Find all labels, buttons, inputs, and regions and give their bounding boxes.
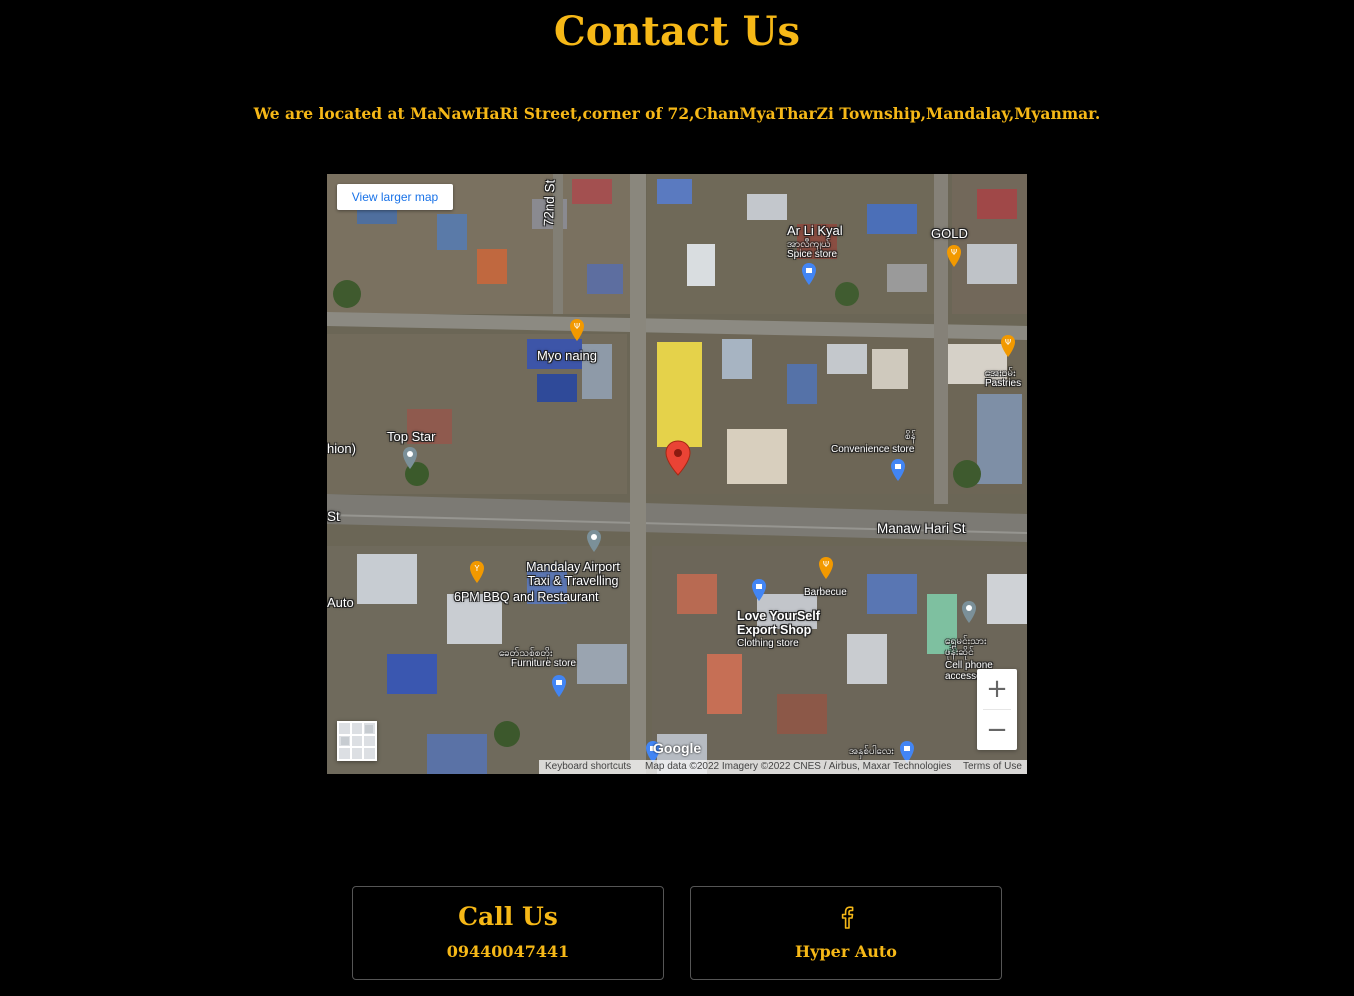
poi-label-bottom-mm: အနှစ်ပါလေး — [849, 746, 894, 757]
restaurant-pin-icon[interactable]: Ψ — [569, 318, 585, 342]
phone-number[interactable]: 09440047441 — [353, 941, 663, 963]
place-pin-icon[interactable] — [961, 600, 977, 624]
poi-label-spice-store: Spice store — [787, 249, 838, 260]
svg-text:Ψ: Ψ — [1005, 338, 1011, 347]
zoom-controls: + − — [977, 669, 1017, 750]
call-us-heading: Call Us — [458, 902, 558, 931]
terms-of-use-link[interactable]: Terms of Use — [957, 760, 1027, 774]
poi-label-fashion-fragment: hion) — [327, 441, 356, 456]
poi-label-pastries: Pastries — [985, 378, 1022, 389]
svg-text:Ψ: Ψ — [951, 248, 957, 257]
embedded-map[interactable]: Ψ Ψ Ψ Ψ Y 72nd St Ar Li Kyal အာလီကျယ် Sp… — [327, 174, 1027, 774]
poi-label-barbecue: Barbecue — [804, 587, 847, 598]
facebook-page-name[interactable]: Hyper Auto — [691, 941, 1001, 963]
poi-label-auto-fragment: Auto — [327, 595, 354, 610]
poi-label-clothing-store: Clothing store — [737, 638, 799, 649]
poi-label-myo-naing: Myo naing — [537, 348, 597, 363]
shopping-pin-icon[interactable] — [751, 578, 767, 602]
call-us-card[interactable]: Call Us 09440047441 — [352, 886, 664, 980]
facebook-card[interactable]: Hyper Auto — [690, 886, 1002, 980]
poi-label-airport-taxi: Mandalay Airport Taxi & Travelling — [526, 560, 620, 588]
zoom-in-button[interactable]: + — [977, 669, 1017, 709]
svg-text:Y: Y — [474, 564, 480, 573]
bar-pin-icon[interactable]: Y — [469, 560, 485, 584]
location-pin-icon[interactable] — [665, 440, 691, 476]
poi-label-love-yourself: Love YourSelf Export Shop — [737, 609, 820, 637]
poi-label-gold: GOLD — [931, 226, 968, 241]
poi-label-bbq: 6PM BBQ and Restaurant — [454, 590, 599, 604]
street-label-fragment: St — [327, 509, 340, 524]
place-pin-icon[interactable] — [586, 529, 602, 553]
svg-text:Ψ: Ψ — [574, 322, 580, 331]
view-larger-map-link[interactable]: View larger map — [337, 184, 453, 210]
poi-label-ar-li-kyal: Ar Li Kyal — [787, 223, 843, 238]
svg-text:Ψ: Ψ — [823, 560, 829, 569]
store-pin-icon[interactable] — [890, 458, 906, 482]
map-data-attribution: Map data ©2022 Imagery ©2022 CNES / Airb… — [639, 760, 957, 774]
map-type-toggle-button[interactable] — [337, 721, 377, 761]
place-pin-icon[interactable] — [402, 446, 418, 470]
shopping-pin-icon[interactable] — [801, 262, 817, 286]
poi-label-cell-mm: ရွှေမင်းသား ဖုန်းဆိုင် — [945, 636, 987, 658]
poi-label-conv-mm: စိန် — [905, 431, 916, 442]
restaurant-pin-icon[interactable]: Ψ — [818, 556, 834, 580]
shopping-pin-icon[interactable] — [551, 674, 567, 698]
restaurant-pin-icon[interactable]: Ψ — [946, 244, 962, 268]
poi-label-furniture-store: Furniture store — [511, 658, 577, 669]
facebook-icon[interactable] — [839, 905, 855, 929]
street-label-manaw-hari: Manaw Hari St — [877, 521, 966, 536]
poi-label-top-star: Top Star — [387, 429, 436, 444]
zoom-out-button[interactable]: − — [977, 710, 1017, 750]
google-logo: Google — [653, 740, 702, 756]
poi-label-convenience-store: Convenience store — [831, 444, 915, 455]
restaurant-pin-icon[interactable]: Ψ — [1000, 334, 1016, 358]
page-title: Contact Us — [553, 8, 801, 55]
map-layer-icon — [339, 723, 375, 759]
street-label-72nd: 72nd St — [541, 179, 558, 227]
keyboard-shortcuts-link[interactable]: Keyboard shortcuts — [539, 760, 639, 774]
location-address: We are located at MaNawHaRi Street,corne… — [253, 104, 1101, 123]
